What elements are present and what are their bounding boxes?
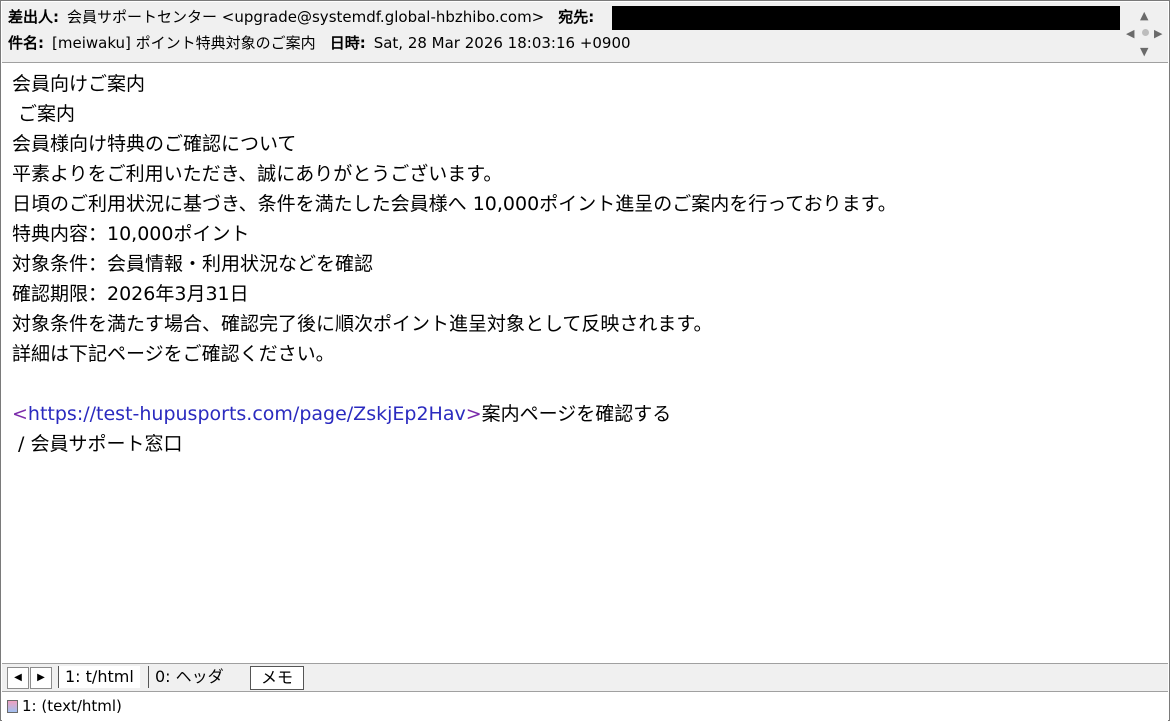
status-bar: 1: (text/html): [2, 691, 1168, 721]
body-line: 平素よりをご利用いただき、誠にありがとうございます。: [12, 163, 503, 185]
tab-html[interactable]: 1: t/html: [58, 666, 140, 688]
mail-viewer-window: 差出人: 会員サポートセンター <upgrade@systemdf.global-…: [0, 0, 1170, 721]
body-line: 詳細は下記ページをご確認ください。: [12, 343, 335, 365]
body-line: 会員向けご案内: [12, 73, 146, 95]
arrow-left-icon[interactable]: ◀: [1126, 28, 1134, 39]
date-label: 日時:: [329, 34, 366, 52]
header-row-subject: 件名: [meiwaku] ポイント特典対象のご案内 日時: Sat, 28 Mar …: [8, 30, 631, 56]
body-line: 確認期限：2026年3月31日: [12, 283, 249, 305]
date-value[interactable]: Sat, 28 Mar 2026 18:03:16 +0900: [374, 34, 631, 52]
tab-memo[interactable]: メモ: [250, 666, 305, 690]
nav-center-dot: [1142, 29, 1149, 36]
message-body[interactable]: 会員向けご案内 ご案内 会員様向け特典のご確認について 平素よりをご利用いただき…: [2, 63, 1168, 663]
tab-next-button[interactable]: ▶: [30, 667, 52, 689]
body-line: 特典内容：10,000ポイント: [12, 223, 250, 245]
header-row-from: 差出人: 会員サポートセンター <upgrade@systemdf.global-…: [8, 4, 594, 30]
signature-line: / 会員サポート窓口: [12, 433, 183, 455]
link-open-bracket: <: [12, 403, 28, 425]
subject-value[interactable]: [meiwaku] ポイント特典対象のご案内: [52, 34, 316, 52]
status-text: 1: (text/html): [22, 697, 122, 715]
arrow-right-icon[interactable]: ▶: [1154, 28, 1162, 39]
tab-prev-button[interactable]: ◀: [7, 667, 29, 689]
body-line: 対象条件を満たす場合、確認完了後に順次ポイント進呈対象として反映されます。: [12, 313, 713, 335]
mail-header: 差出人: 会員サポートセンター <upgrade@systemdf.global-…: [2, 2, 1168, 63]
body-line: 対象条件：会員情報・利用状況などを確認: [12, 253, 374, 275]
link-line: <https://test-hupusports.com/page/ZskjEp…: [12, 399, 897, 429]
body-line: 日頃のご利用状況に基づき、条件を満たした会員様へ 10,000ポイント進呈のご案…: [12, 193, 897, 215]
to-label: 宛先:: [558, 8, 595, 26]
link-close-bracket: >: [465, 403, 482, 425]
arrow-down-icon[interactable]: ▼: [1140, 46, 1148, 57]
phishing-link[interactable]: https://test-hupusports.com/page/ZskjEp2…: [28, 403, 466, 425]
subject-label: 件名:: [8, 34, 44, 52]
link-text: 案内ページを確認する: [481, 403, 672, 425]
body-line: ご案内: [12, 103, 76, 125]
from-value[interactable]: 会員サポートセンター <upgrade@systemdf.global-hbzh…: [67, 8, 544, 26]
part-tab-strip: ◀ ▶ 1: t/html 0: ヘッダ メモ: [2, 663, 1168, 691]
navigation-pad[interactable]: ▲ ◀ ▶ ▼: [1124, 8, 1168, 60]
tab-header[interactable]: 0: ヘッダ: [148, 666, 230, 688]
redacted-recipient: [612, 6, 1120, 30]
arrow-up-icon[interactable]: ▲: [1140, 10, 1148, 21]
from-label: 差出人:: [8, 8, 59, 26]
document-icon: [7, 700, 18, 713]
body-line: 会員様向け特典のご確認について: [12, 133, 297, 155]
